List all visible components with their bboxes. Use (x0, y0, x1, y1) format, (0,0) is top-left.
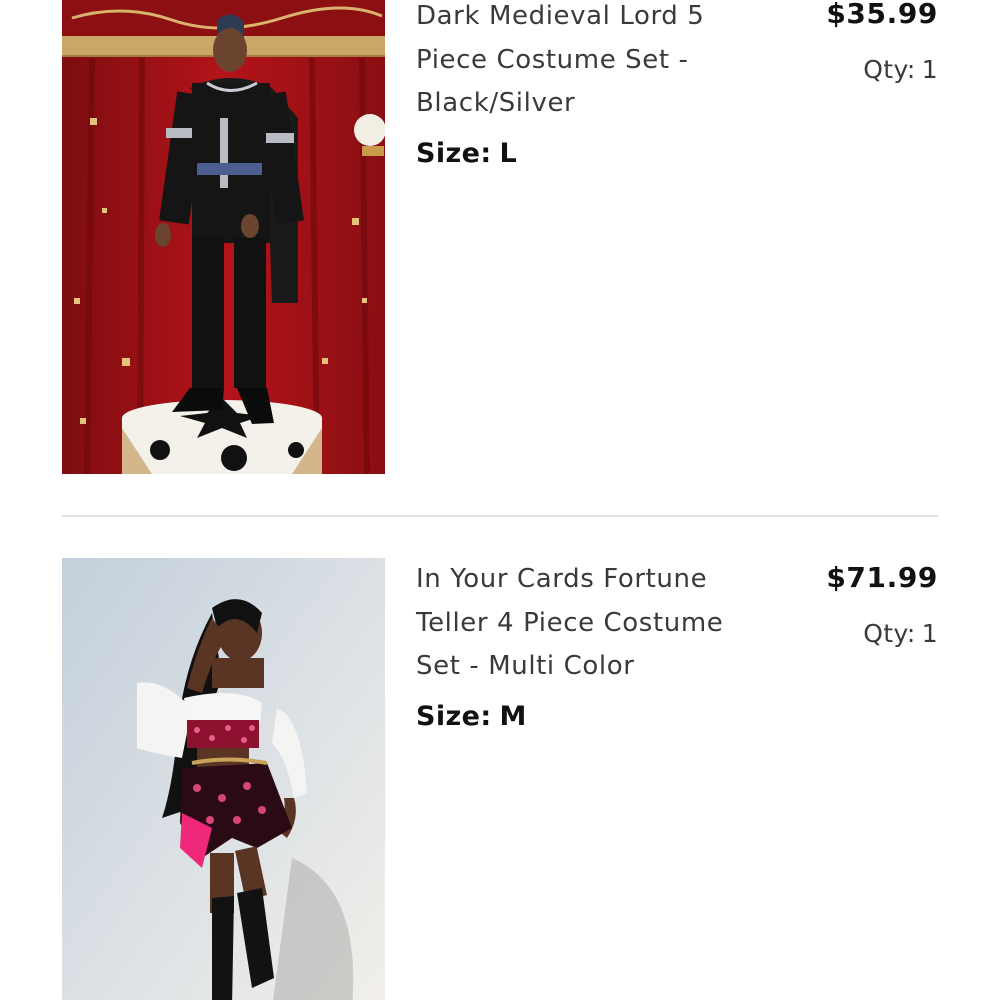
product-photo-fortune-teller-icon (62, 558, 385, 1000)
cart-items-list: Dark Medieval Lord 5 Piece Costume Set -… (0, 0, 1000, 1000)
cart-item: Dark Medieval Lord 5 Piece Costume Set -… (62, 0, 938, 474)
product-price: $35.99 (826, 0, 938, 30)
product-title-line: Teller 4 Piece Costume (416, 607, 724, 638)
qty-value: 1 (921, 619, 938, 648)
qty-label: Qty: (863, 55, 916, 84)
item-divider (62, 515, 938, 517)
price-column: $71.99 Qty: 1 (826, 559, 938, 648)
product-title-line: Black/Silver (416, 88, 576, 118)
product-image-medieval-lord[interactable] (62, 0, 385, 474)
product-title[interactable]: Dark Medieval Lord 5 Piece Costume Set -… (416, 0, 756, 126)
product-title-line: Dark Medieval Lord 5 (416, 1, 705, 31)
qty-label: Qty: (863, 619, 916, 648)
product-photo-medieval-lord-icon (62, 0, 385, 474)
size-value: L (499, 137, 518, 169)
item-details: In Your Cards Fortune Teller 4 Piece Cos… (416, 558, 756, 732)
price-column: $35.99 Qty: 1 (826, 0, 938, 84)
product-price: $71.99 (826, 561, 938, 594)
product-image-fortune-teller[interactable] (62, 558, 385, 1000)
product-title-line: In Your Cards Fortune (416, 564, 708, 594)
product-quantity: Qty: 1 (826, 55, 938, 84)
item-details: Dark Medieval Lord 5 Piece Costume Set -… (416, 0, 756, 169)
product-title[interactable]: In Your Cards Fortune Teller 4 Piece Cos… (416, 558, 756, 689)
qty-value: 1 (921, 55, 938, 84)
product-title-line: Set - Multi Color (416, 651, 635, 681)
product-size: Size: L (416, 138, 756, 169)
size-value: M (499, 700, 527, 732)
cart-item: In Your Cards Fortune Teller 4 Piece Cos… (62, 558, 938, 1000)
product-size: Size: M (416, 701, 756, 732)
product-title-line: Piece Costume Set - (416, 44, 689, 75)
size-label: Size: (416, 137, 492, 169)
size-label: Size: (416, 700, 492, 732)
product-quantity: Qty: 1 (826, 619, 938, 648)
